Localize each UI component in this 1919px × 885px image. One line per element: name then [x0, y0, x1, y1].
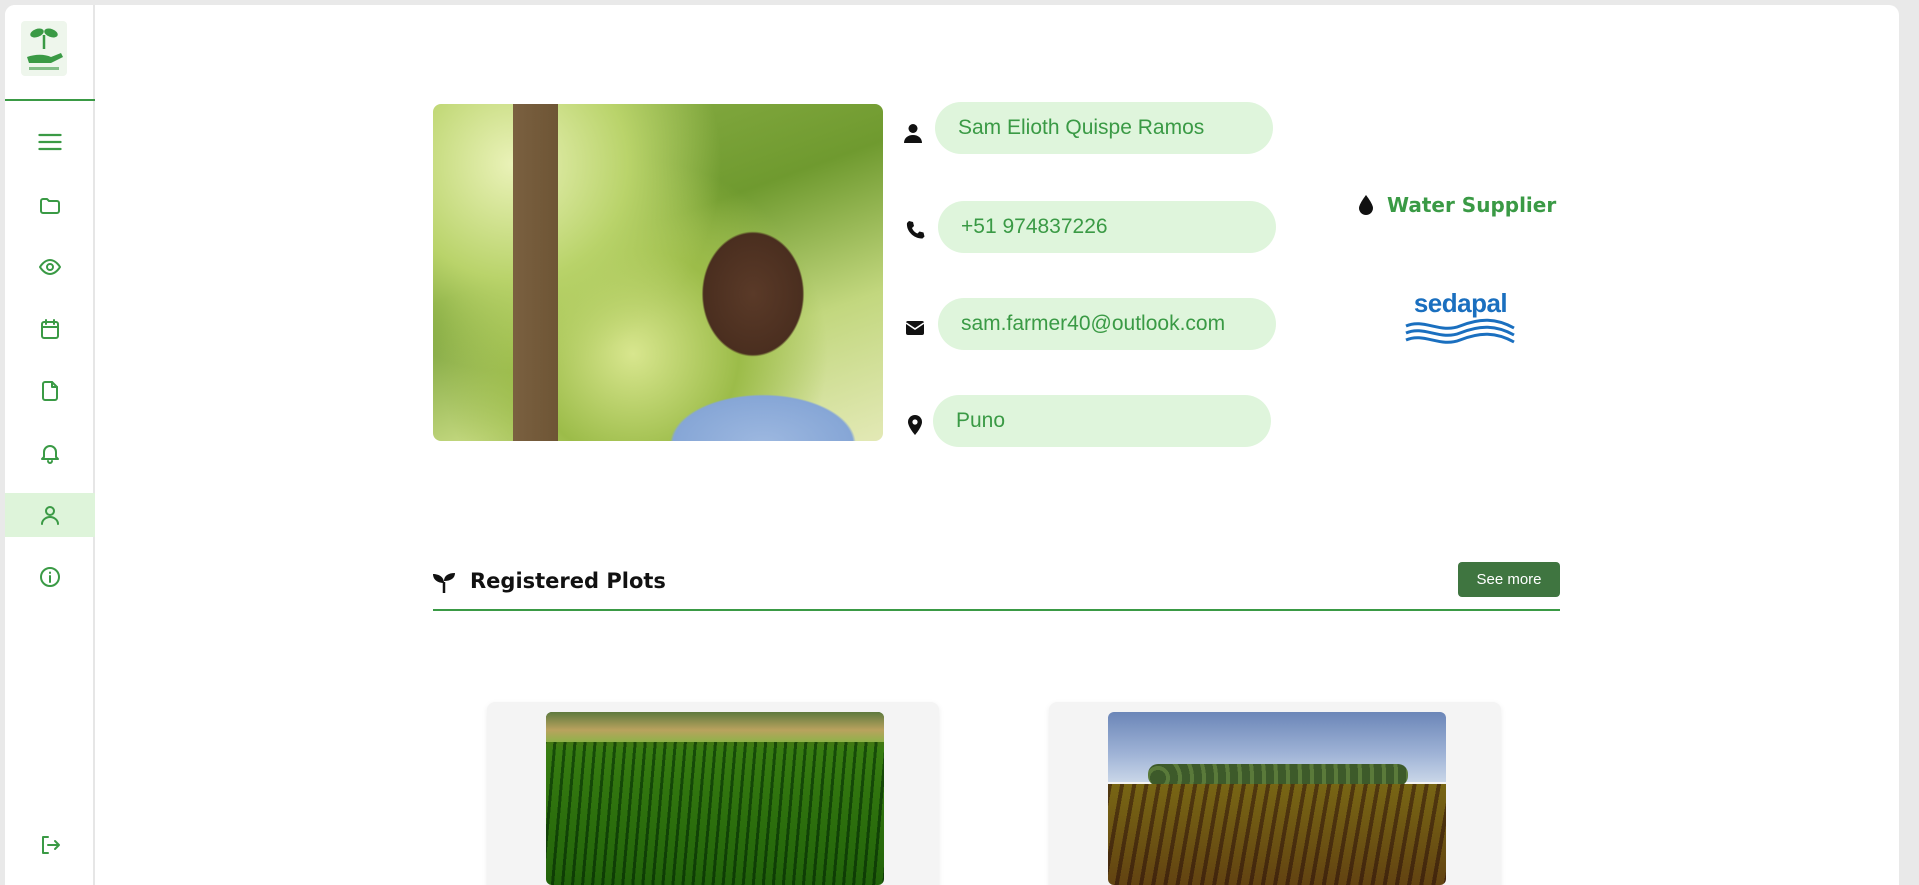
sidebar-item-info[interactable] — [5, 555, 95, 599]
name-field[interactable]: Sam Elioth Quispe Ramos — [935, 102, 1273, 154]
organization-name: sedapal — [1413, 288, 1508, 318]
sprout-hand-logo-icon — [27, 28, 63, 70]
app-frame: Sam Elioth Quispe Ramos +51 974837226 sa… — [5, 5, 1899, 885]
see-more-button[interactable]: See more — [1458, 562, 1560, 597]
plot-image-trees — [1148, 764, 1408, 786]
info-icon — [40, 567, 60, 587]
file-icon — [42, 381, 58, 401]
app-logo[interactable] — [21, 21, 67, 76]
logout-button[interactable] — [5, 823, 95, 867]
section-title: Registered Plots — [470, 569, 666, 593]
sidebar-item-calendar[interactable] — [5, 307, 95, 351]
location-pin-icon — [905, 415, 925, 435]
email-field[interactable]: sam.farmer40@outlook.com — [938, 298, 1276, 350]
plot-image-horizon — [546, 712, 884, 742]
plot-image-field — [1108, 784, 1446, 885]
sidebar-item-folder[interactable] — [5, 184, 95, 228]
sidebar-item-profile[interactable] — [5, 493, 95, 537]
profile-photo — [433, 104, 883, 441]
folder-icon — [40, 198, 60, 214]
sidebar-item-notifications[interactable] — [5, 431, 95, 475]
phone-field[interactable]: +51 974837226 — [938, 201, 1276, 253]
sidebar-item-view[interactable] — [5, 245, 95, 289]
plot-image — [546, 712, 884, 885]
envelope-icon — [905, 318, 925, 338]
plot-image — [1108, 712, 1446, 885]
water-drop-icon — [1359, 195, 1373, 215]
user-icon — [41, 506, 59, 525]
menu-button[interactable] — [5, 120, 95, 164]
calendar-icon — [41, 319, 59, 339]
bell-icon — [41, 445, 59, 464]
sprout-icon — [433, 573, 455, 593]
logo-divider — [5, 99, 95, 101]
sidebar — [5, 5, 95, 885]
logout-icon — [42, 836, 60, 854]
section-divider — [433, 609, 1560, 611]
user-icon — [903, 123, 923, 143]
hamburger-menu-icon — [38, 133, 62, 151]
phone-icon — [905, 220, 925, 240]
eye-icon — [39, 259, 61, 275]
sidebar-item-document[interactable] — [5, 369, 95, 413]
role-badge: Water Supplier — [1357, 193, 1556, 217]
location-field[interactable]: Puno — [933, 395, 1271, 447]
role-label: Water Supplier — [1387, 193, 1557, 217]
waves-icon — [1405, 318, 1515, 344]
organization-logo: sedapal — [1398, 288, 1523, 348]
